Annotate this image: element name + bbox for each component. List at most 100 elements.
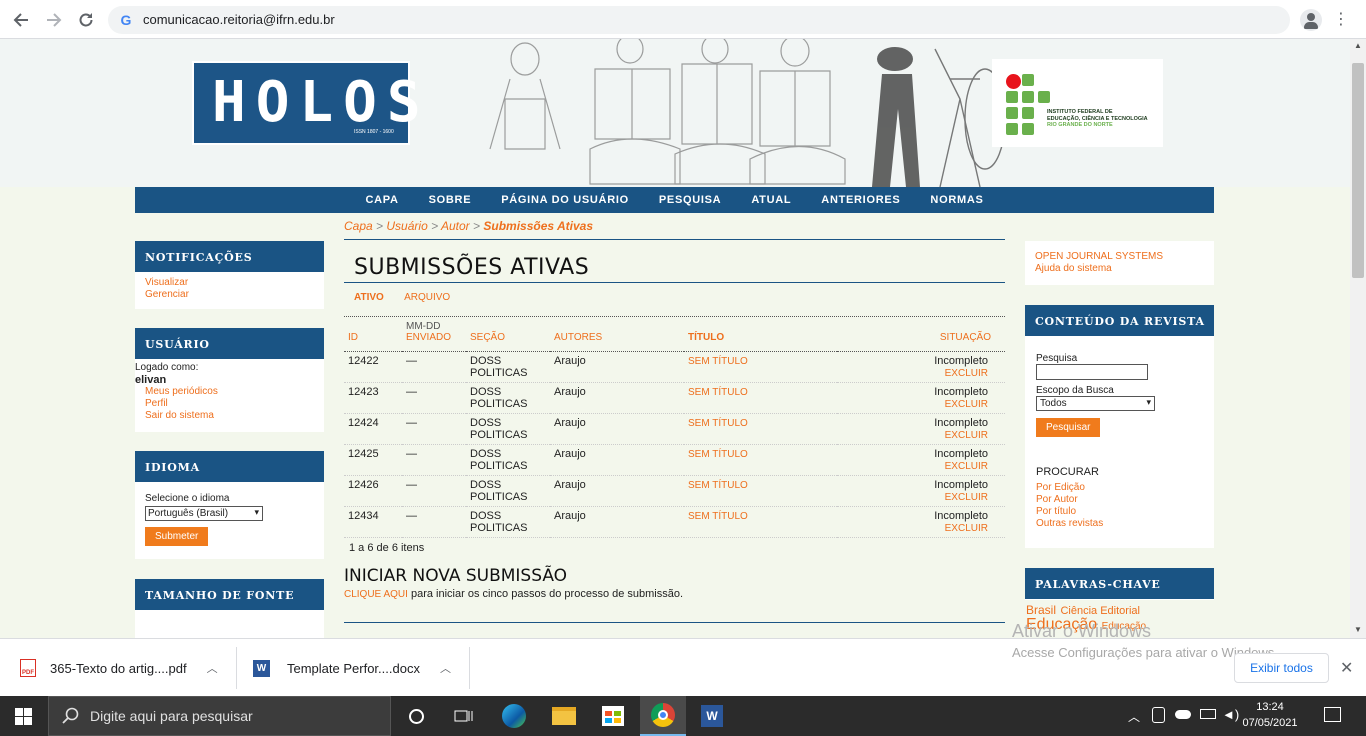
notifications-manage-link[interactable]: Gerenciar: [145, 289, 314, 301]
page-scrollbar[interactable]: ▲ ▼: [1350, 39, 1366, 638]
download-item-docx[interactable]: W Template Perfor....docx ︿: [253, 639, 451, 697]
kebab-menu-icon[interactable]: ⋮: [1331, 9, 1351, 31]
ojs-link[interactable]: OPEN JOURNAL SYSTEMS: [1035, 251, 1204, 263]
nav-pagina-usuario[interactable]: PÁGINA DO USUÁRIO: [486, 194, 644, 206]
nav-atual[interactable]: ATUAL: [736, 194, 806, 206]
logged-as-label: Logado como:: [135, 362, 199, 373]
battery-icon[interactable]: [1200, 709, 1216, 719]
ifrn-name: INSTITUTO FEDERAL DE EDUCAÇÃO, CIÊNCIA E…: [1047, 109, 1148, 128]
breadcrumb-current[interactable]: Submissões Ativas: [483, 219, 593, 233]
back-arrow-icon[interactable]: [8, 7, 34, 33]
table-row: 12424 — DOSS POLITICAS Araujo SEM TÍTULO…: [344, 413, 1005, 445]
show-hidden-icons[interactable]: ︿: [1128, 708, 1140, 725]
taskbar-search[interactable]: Digite aqui para pesquisar: [48, 696, 391, 736]
holos-logo[interactable]: HOLOS ISSN 1807 - 1600: [192, 61, 421, 145]
col-title[interactable]: TÍTULO: [684, 317, 837, 351]
tab-ativo[interactable]: ATIVO: [354, 292, 384, 303]
store-icon[interactable]: [599, 702, 627, 730]
browse-by-author[interactable]: Por Autor: [1036, 494, 1203, 506]
profile-icon[interactable]: [1300, 9, 1322, 31]
profile-link[interactable]: Perfil: [145, 398, 324, 410]
nav-pesquisa[interactable]: PESQUISA: [644, 194, 736, 206]
chevron-down-icon: ▾: [1146, 397, 1151, 407]
download-filename: Template Perfor....docx: [287, 660, 420, 676]
col-status[interactable]: SITUAÇÃO: [837, 317, 1005, 351]
delete-link[interactable]: EXCLUIR: [945, 368, 988, 379]
task-view-icon[interactable]: [450, 702, 478, 730]
close-icon[interactable]: ✕: [1340, 658, 1353, 678]
font-size-title: TAMANHO DE FONTE: [135, 579, 324, 611]
row-title-link[interactable]: SEM TÍTULO: [688, 418, 748, 429]
language-select[interactable]: Português (Brasil) ▾: [145, 506, 263, 521]
col-id[interactable]: ID: [344, 317, 402, 351]
taskbar-search-placeholder: Digite aqui para pesquisar: [90, 708, 253, 724]
ifrn-red-dot: [1006, 74, 1021, 89]
row-status: Incompleto: [934, 478, 988, 491]
new-submission-title: INICIAR NOVA SUBMISSÃO: [344, 565, 568, 586]
font-size-block: TAMANHO DE FONTE: [135, 579, 324, 638]
file-explorer-icon[interactable]: [550, 702, 578, 730]
scroll-thumb[interactable]: [1352, 63, 1364, 278]
google-icon: G: [120, 12, 132, 28]
forward-arrow-icon[interactable]: [41, 7, 67, 33]
submissions-table: ID MM-DD ENVIADO SEÇÃO AUTORES TÍTULO SI…: [344, 317, 1005, 538]
click-here-link[interactable]: CLIQUE AQUI: [344, 589, 408, 600]
tab-arquivo[interactable]: ARQUIVO: [404, 292, 450, 303]
chevron-up-icon[interactable]: ︿: [207, 660, 218, 676]
browse-by-issue[interactable]: Por Edição: [1036, 482, 1203, 494]
delete-link[interactable]: EXCLUIR: [945, 461, 988, 472]
row-date: —: [402, 351, 466, 383]
my-journals-link[interactable]: Meus periódicos: [145, 386, 324, 398]
notifications-view-link[interactable]: Visualizar: [145, 277, 314, 289]
browse-by-title[interactable]: Por título: [1036, 506, 1203, 518]
download-item-pdf[interactable]: PDF 365-Texto do artig....pdf ︿: [20, 639, 218, 697]
row-title-link[interactable]: SEM TÍTULO: [688, 511, 748, 522]
search-input[interactable]: [1036, 364, 1148, 380]
language-submit-button[interactable]: Submeter: [145, 527, 209, 546]
keyword-brasil[interactable]: Brasil: [1026, 603, 1056, 617]
breadcrumb-usuario[interactable]: Usuário: [386, 219, 427, 233]
row-title-link[interactable]: SEM TÍTULO: [688, 387, 748, 398]
windows-start-icon[interactable]: [15, 708, 32, 725]
edge-icon[interactable]: [500, 702, 528, 730]
notifications-icon[interactable]: [1324, 707, 1341, 722]
logout-link[interactable]: Sair do sistema: [145, 410, 324, 422]
chevron-up-icon[interactable]: ︿: [440, 660, 451, 676]
delete-link[interactable]: EXCLUIR: [945, 492, 988, 503]
col-date[interactable]: MM-DD ENVIADO: [402, 317, 466, 351]
nav-normas[interactable]: NORMAS: [915, 194, 998, 206]
ifrn-logo[interactable]: INSTITUTO FEDERAL DE EDUCAÇÃO, CIÊNCIA E…: [992, 59, 1163, 147]
word-icon[interactable]: W: [698, 702, 726, 730]
breadcrumb-capa[interactable]: Capa: [344, 219, 373, 233]
other-journals[interactable]: Outras revistas: [1036, 518, 1203, 530]
col-authors[interactable]: AUTORES: [550, 317, 684, 351]
row-section: DOSS POLITICAS: [466, 444, 550, 476]
weather-cloud-icon[interactable]: [1175, 710, 1191, 719]
language-title: IDIOMA: [135, 451, 324, 483]
meet-now-icon[interactable]: [1152, 707, 1165, 723]
show-all-downloads-button[interactable]: Exibir todos: [1234, 653, 1329, 683]
address-bar[interactable]: G comunicacao.reitoria@ifrn.edu.br: [108, 6, 1290, 34]
chrome-icon[interactable]: [640, 696, 686, 736]
nav-anteriores[interactable]: ANTERIORES: [806, 194, 915, 206]
row-title-link[interactable]: SEM TÍTULO: [688, 449, 748, 460]
row-title-link[interactable]: SEM TÍTULO: [688, 480, 748, 491]
nav-sobre[interactable]: SOBRE: [414, 194, 487, 206]
system-clock[interactable]: 13:24 07/05/2021: [1240, 699, 1300, 731]
row-title-link[interactable]: SEM TÍTULO: [688, 356, 748, 367]
cortana-icon[interactable]: [402, 702, 430, 730]
help-link[interactable]: Ajuda do sistema: [1035, 263, 1204, 275]
scroll-down-icon[interactable]: ▼: [1354, 625, 1362, 634]
scroll-up-icon[interactable]: ▲: [1354, 41, 1362, 50]
delete-link[interactable]: EXCLUIR: [945, 523, 988, 534]
reload-icon[interactable]: [73, 7, 99, 33]
speaker-icon[interactable]: ◄): [1222, 707, 1239, 722]
nav-capa[interactable]: CAPA: [350, 194, 413, 206]
scope-select[interactable]: Todos ▾: [1036, 396, 1155, 411]
delete-link[interactable]: EXCLUIR: [945, 399, 988, 410]
search-button[interactable]: Pesquisar: [1036, 418, 1101, 437]
breadcrumb-autor[interactable]: Autor: [441, 219, 470, 233]
row-section: DOSS POLITICAS: [466, 413, 550, 445]
col-section[interactable]: SEÇÃO: [466, 317, 550, 351]
delete-link[interactable]: EXCLUIR: [945, 430, 988, 441]
